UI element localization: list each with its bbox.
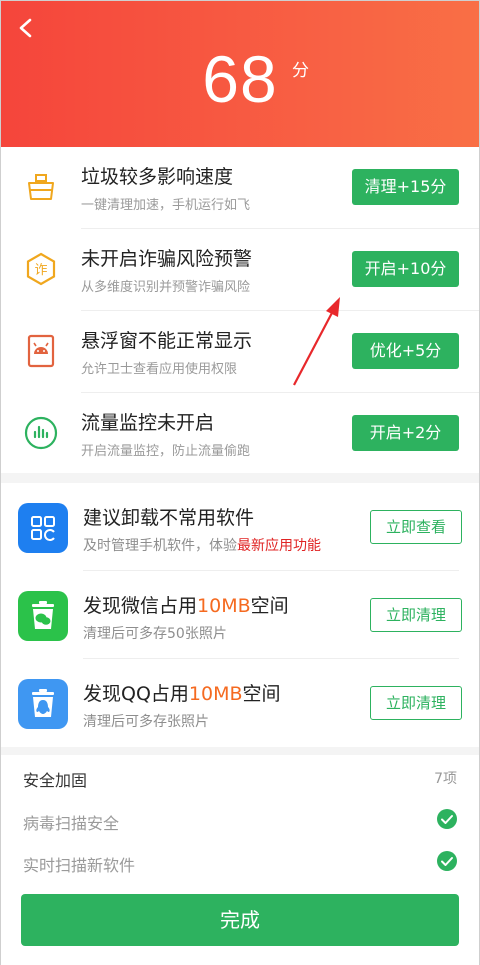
issue-subtitle: 允许卫士查看应用使用权限 bbox=[81, 362, 238, 377]
security-item: 实时扫描新软件 bbox=[23, 856, 136, 875]
security-count: 7项 bbox=[434, 771, 457, 787]
issue-subtitle: 一键清理加速，手机运行如飞 bbox=[81, 198, 251, 213]
security-title: 安全加固 bbox=[23, 771, 88, 790]
clean-now-button[interactable]: 立即清理 bbox=[370, 598, 462, 632]
fraud-hexagon-icon: 诈 bbox=[26, 252, 56, 286]
enable-traffic-monitor-button[interactable]: 开启+2分 bbox=[352, 415, 459, 451]
issue-row: 流量监控未开启 开启流量监控，防止流量偷跑 开启+2分 bbox=[1, 393, 479, 475]
title-highlight: 10MB bbox=[188, 683, 243, 705]
score-value: 68 bbox=[202, 42, 278, 116]
suggestion-title: 建议卸载不常用软件 bbox=[83, 507, 255, 529]
security-item: 病毒扫描安全 bbox=[23, 814, 120, 833]
check-circle-icon bbox=[437, 809, 457, 829]
view-now-button[interactable]: 立即查看 bbox=[370, 510, 462, 544]
issue-title: 垃圾较多影响速度 bbox=[81, 166, 234, 188]
enable-fraud-alert-button[interactable]: 开启+10分 bbox=[352, 251, 459, 287]
suggestions-card: 建议卸载不常用软件 及时管理手机软件，体验最新应用功能 立即查看 发现微信占用1… bbox=[1, 483, 479, 747]
subtitle-highlight: 最新应用功能 bbox=[237, 538, 321, 554]
issue-row: 诈 未开启诈骗风险预警 从多维度识别并预警诈骗风险 开启+10分 bbox=[1, 229, 479, 311]
score-unit: 分 bbox=[292, 61, 309, 81]
suggestion-subtitle: 及时管理手机软件，体验最新应用功能 bbox=[83, 538, 321, 554]
issues-card: 垃圾较多影响速度 一键清理加速，手机运行如飞 清理+15分 诈 未开启诈骗风险预… bbox=[1, 147, 479, 473]
suggestion-subtitle: 清理后可多存50张照片 bbox=[83, 626, 227, 642]
clean-now-button[interactable]: 立即清理 bbox=[370, 686, 462, 720]
issue-row: 垃圾较多影响速度 一键清理加速，手机运行如飞 清理+15分 bbox=[1, 147, 479, 229]
suggestion-subtitle: 清理后可多存张照片 bbox=[83, 714, 209, 730]
suggestion-title: 发现微信占用10MB空间 bbox=[83, 595, 289, 617]
title-highlight: 10MB bbox=[197, 595, 251, 617]
clean-button[interactable]: 清理+15分 bbox=[352, 169, 459, 205]
android-window-icon bbox=[27, 334, 55, 368]
suggestion-row: 发现微信占用10MB空间 清理后可多存50张照片 立即清理 bbox=[1, 571, 479, 659]
back-arrow-icon[interactable] bbox=[13, 13, 39, 43]
issue-title: 未开启诈骗风险预警 bbox=[81, 248, 253, 270]
app-grid-icon bbox=[18, 503, 68, 553]
issue-title: 流量监控未开启 bbox=[81, 412, 215, 434]
wechat-trash-icon bbox=[18, 591, 68, 641]
issue-subtitle: 开启流量监控，防止流量偷跑 bbox=[81, 444, 251, 459]
issue-title: 悬浮窗不能正常显示 bbox=[81, 330, 253, 352]
issue-row: 悬浮窗不能正常显示 允许卫士查看应用使用权限 优化+5分 bbox=[1, 311, 479, 393]
security-card: 安全加固 7项 病毒扫描安全 实时扫描新软件 完成 bbox=[1, 755, 479, 965]
suggestion-row: 建议卸载不常用软件 及时管理手机软件，体验最新应用功能 立即查看 bbox=[1, 483, 479, 571]
broom-icon bbox=[28, 174, 54, 200]
qq-trash-icon bbox=[18, 679, 68, 729]
traffic-chart-icon bbox=[24, 416, 58, 450]
issue-subtitle: 从多维度识别并预警诈骗风险 bbox=[81, 280, 251, 295]
score-header: 68 分 bbox=[1, 1, 479, 147]
suggestion-title: 发现QQ占用10MB空间 bbox=[83, 683, 281, 705]
done-button[interactable]: 完成 bbox=[21, 894, 459, 946]
optimize-button[interactable]: 优化+5分 bbox=[352, 333, 459, 369]
check-circle-icon bbox=[437, 851, 457, 871]
svg-text:诈: 诈 bbox=[34, 263, 47, 278]
suggestion-row: 发现QQ占用10MB空间 清理后可多存张照片 立即清理 bbox=[1, 659, 479, 747]
red-annotation-arrow-icon bbox=[293, 297, 340, 386]
